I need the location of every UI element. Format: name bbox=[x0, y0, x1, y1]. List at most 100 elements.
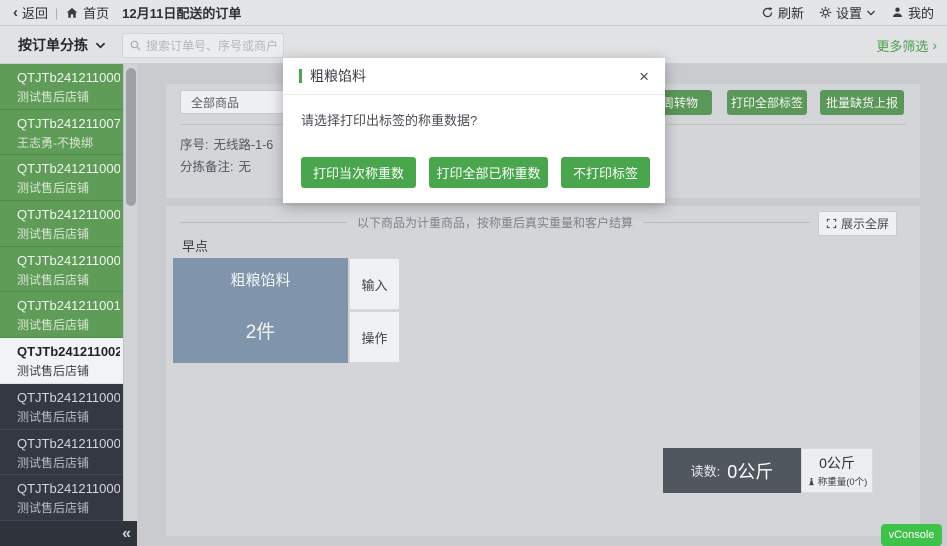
order-id: QTJTb241211000 bbox=[17, 161, 120, 176]
order-id: QTJTb241211000 bbox=[17, 436, 120, 451]
sequence-row: 序号: 无线路-1-6 | bbox=[180, 134, 295, 153]
order-list-item[interactable]: QTJTb241211000 测试售后店铺 bbox=[0, 201, 123, 247]
home-icon bbox=[65, 6, 79, 20]
dialog-header: 粗粮馅料 × bbox=[283, 58, 665, 95]
my-account-button[interactable]: 我的 bbox=[891, 3, 934, 22]
refresh-label: 刷新 bbox=[778, 3, 804, 22]
person-icon bbox=[891, 6, 904, 19]
shop-name: 测试售后店铺 bbox=[17, 271, 120, 288]
reading-label: 读数: bbox=[691, 461, 721, 480]
no-print-button[interactable]: 不打印标签 bbox=[561, 157, 650, 188]
search-input[interactable] bbox=[146, 39, 277, 53]
weigh-info-text: 以下商品为计重商品，按称重后真实重量和客户结算 bbox=[357, 214, 633, 231]
chevron-down-icon bbox=[866, 9, 876, 17]
goods-name: 粗粮馅料 bbox=[173, 269, 348, 290]
order-id: QTJTb241211001 bbox=[17, 298, 120, 313]
product-filter-value: 全部商品 bbox=[191, 94, 287, 111]
shop-name: 测试售后店铺 bbox=[17, 454, 120, 471]
home-label: 首页 bbox=[83, 3, 109, 22]
order-list-item[interactable]: QTJTb241211000 测试售后店铺 bbox=[0, 247, 123, 293]
shop-name: 测试售后店铺 bbox=[17, 316, 120, 333]
order-id: QTJTb241211000 bbox=[17, 70, 120, 85]
order-list-item-selected[interactable]: QTJTb241211002 测试售后店铺 bbox=[0, 338, 123, 384]
scrollbar-thumb[interactable] bbox=[126, 68, 136, 206]
topbar-separator: | bbox=[55, 6, 58, 20]
order-list-item[interactable]: QTJTb241211000 测试售后店铺 bbox=[0, 475, 123, 521]
fullscreen-button[interactable]: 展示全屏 bbox=[818, 211, 897, 236]
more-filters-link[interactable]: 更多筛选 › bbox=[876, 26, 937, 64]
weighed-total-display: 0公斤 称重量(0个) bbox=[801, 448, 873, 493]
order-list-item[interactable]: QTJTb241211000 测试售后店铺 bbox=[0, 430, 123, 476]
shop-name: 测试售后店铺 bbox=[17, 225, 120, 242]
shop-name: 王志勇-不换绑 bbox=[17, 134, 120, 151]
weighed-goods-panel: 以下商品为计重商品，按称重后真实重量和客户结算 展示全屏 早点 粗粮馅料 2件 … bbox=[166, 206, 920, 536]
sort-mode-selector[interactable]: 按订单分拣 bbox=[18, 26, 106, 64]
order-list-item[interactable]: QTJTb241211000 测试售后店铺 bbox=[0, 155, 123, 201]
order-list-item[interactable]: QTJTb241211001 测试售后店铺 bbox=[0, 292, 123, 338]
order-id: QTJTb241211007 bbox=[17, 116, 120, 131]
print-current-weigh-button[interactable]: 打印当次称重数 bbox=[301, 157, 416, 188]
top-bar: ‹ 返回 | 首页 12月11日配送的订单 刷新 bbox=[0, 0, 947, 26]
close-icon[interactable]: × bbox=[639, 68, 649, 85]
shop-name: 测试售后店铺 bbox=[17, 408, 120, 425]
order-list-item[interactable]: QTJTb241211007 王志勇-不换绑 bbox=[0, 110, 123, 156]
accent-bar bbox=[299, 69, 302, 83]
home-button[interactable]: 首页 bbox=[65, 3, 109, 22]
weight-icon bbox=[807, 477, 816, 486]
back-button[interactable]: ‹ 返回 bbox=[13, 3, 48, 22]
double-chevron-left-icon: « bbox=[122, 526, 131, 542]
scale-reading-display: 读数: 0公斤 bbox=[663, 448, 801, 493]
back-label: 返回 bbox=[22, 3, 48, 22]
print-all-labels-button[interactable]: 打印全部标签 bbox=[727, 90, 807, 115]
goods-card[interactable]: 粗粮馅料 2件 bbox=[173, 258, 348, 363]
print-label-dialog: 粗粮馅料 × 请选择打印出标签的称重数据? 打印当次称重数 打印全部已称重数 不… bbox=[283, 58, 665, 203]
vconsole-button[interactable]: vConsole bbox=[881, 524, 942, 546]
dialog-question: 请选择打印出标签的称重数据? bbox=[301, 110, 477, 129]
order-id: QTJTb241211000 bbox=[17, 390, 120, 405]
sequence-value: 无线路-1-6 bbox=[213, 134, 273, 153]
weigh-info-divider: 以下商品为计重商品，按称重后真实重量和客户结算 bbox=[180, 214, 810, 231]
order-id: QTJTb241211000 bbox=[17, 207, 120, 222]
sidebar-scrollbar[interactable] bbox=[123, 64, 137, 521]
sorting-app: ‹ 返回 | 首页 12月11日配送的订单 刷新 bbox=[0, 0, 947, 546]
order-list-sidebar: QTJTb241211000 测试售后店铺 QTJTb241211007 王志勇… bbox=[0, 64, 123, 521]
action-button[interactable]: 操作 bbox=[349, 311, 400, 363]
order-search-box[interactable] bbox=[122, 33, 284, 58]
shop-name: 测试售后店铺 bbox=[17, 179, 120, 196]
order-id: QTJTb241211002 bbox=[17, 344, 120, 359]
note-label: 分拣备注: bbox=[180, 156, 233, 175]
back-chevron-icon: ‹ bbox=[13, 5, 18, 20]
page-title: 12月11日配送的订单 bbox=[122, 3, 241, 22]
order-list-item[interactable]: QTJTb241211000 测试售后店铺 bbox=[0, 64, 123, 110]
expand-icon bbox=[826, 218, 837, 229]
gear-icon bbox=[819, 6, 832, 19]
print-all-weighed-button[interactable]: 打印全部已称重数 bbox=[429, 157, 548, 188]
shop-name: 测试售后店铺 bbox=[17, 362, 120, 379]
divider-line bbox=[643, 222, 810, 223]
divider-line bbox=[180, 222, 347, 223]
sidebar-collapse-button[interactable]: « bbox=[0, 521, 137, 546]
shop-name: 测试售后店铺 bbox=[17, 88, 120, 105]
sort-mode-label: 按订单分拣 bbox=[18, 35, 88, 55]
goods-quantity: 2件 bbox=[173, 317, 348, 344]
category-label: 早点 bbox=[182, 236, 208, 255]
order-id: QTJTb241211000 bbox=[17, 481, 120, 496]
search-icon bbox=[129, 39, 142, 52]
refresh-icon bbox=[761, 6, 774, 19]
weighed-total-label: 称重量(0个) bbox=[818, 474, 868, 488]
batch-stockout-report-button[interactable]: 批量缺货上报 bbox=[820, 90, 904, 115]
reading-value: 0公斤 bbox=[727, 458, 773, 484]
dialog-buttons: 打印当次称重数 打印全部已称重数 不打印标签 bbox=[301, 157, 650, 188]
sequence-label: 序号: bbox=[180, 134, 208, 153]
refresh-button[interactable]: 刷新 bbox=[761, 3, 804, 22]
dialog-title: 粗粮馅料 bbox=[310, 66, 639, 86]
fullscreen-label: 展示全屏 bbox=[841, 215, 889, 232]
order-id: QTJTb241211000 bbox=[17, 253, 120, 268]
shop-name: 测试售后店铺 bbox=[17, 499, 120, 516]
order-list-item[interactable]: QTJTb241211000 测试售后店铺 bbox=[0, 384, 123, 430]
input-button[interactable]: 输入 bbox=[349, 258, 400, 310]
mine-label: 我的 bbox=[908, 3, 934, 22]
settings-menu[interactable]: 设置 bbox=[819, 3, 876, 22]
note-value: 无 bbox=[238, 156, 251, 175]
settings-label: 设置 bbox=[836, 3, 862, 22]
